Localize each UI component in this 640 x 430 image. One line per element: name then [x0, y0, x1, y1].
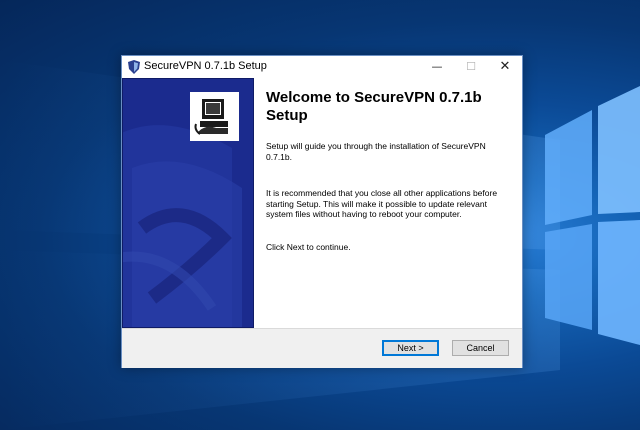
installer-computer-icon — [190, 92, 239, 141]
button-bar: Next > Cancel — [122, 328, 522, 368]
next-button[interactable]: Next > — [382, 340, 439, 356]
window-title: SecureVPN 0.7.1b Setup — [144, 60, 267, 72]
recommendation-text: It is recommended that you close all oth… — [266, 188, 498, 219]
minimize-button[interactable]: — — [420, 56, 454, 78]
close-button[interactable]: ✕ — [488, 56, 522, 78]
continue-instruction: Click Next to continue. — [266, 242, 351, 252]
page-title: Welcome to SecureVPN 0.7.1b Setup — [266, 89, 482, 124]
shield-icon — [128, 60, 140, 74]
setup-window: SecureVPN 0.7.1b Setup — ☐ ✕ Welcome to … — [121, 55, 523, 368]
welcome-content: Welcome to SecureVPN 0.7.1b Setup Setup … — [266, 78, 512, 328]
intro-text: Setup will guide you through the install… — [266, 141, 486, 162]
cancel-button[interactable]: Cancel — [452, 340, 509, 356]
welcome-side-banner — [122, 78, 254, 328]
title-bar[interactable]: SecureVPN 0.7.1b Setup — ☐ ✕ — [122, 56, 522, 78]
maximize-button[interactable]: ☐ — [454, 56, 488, 78]
